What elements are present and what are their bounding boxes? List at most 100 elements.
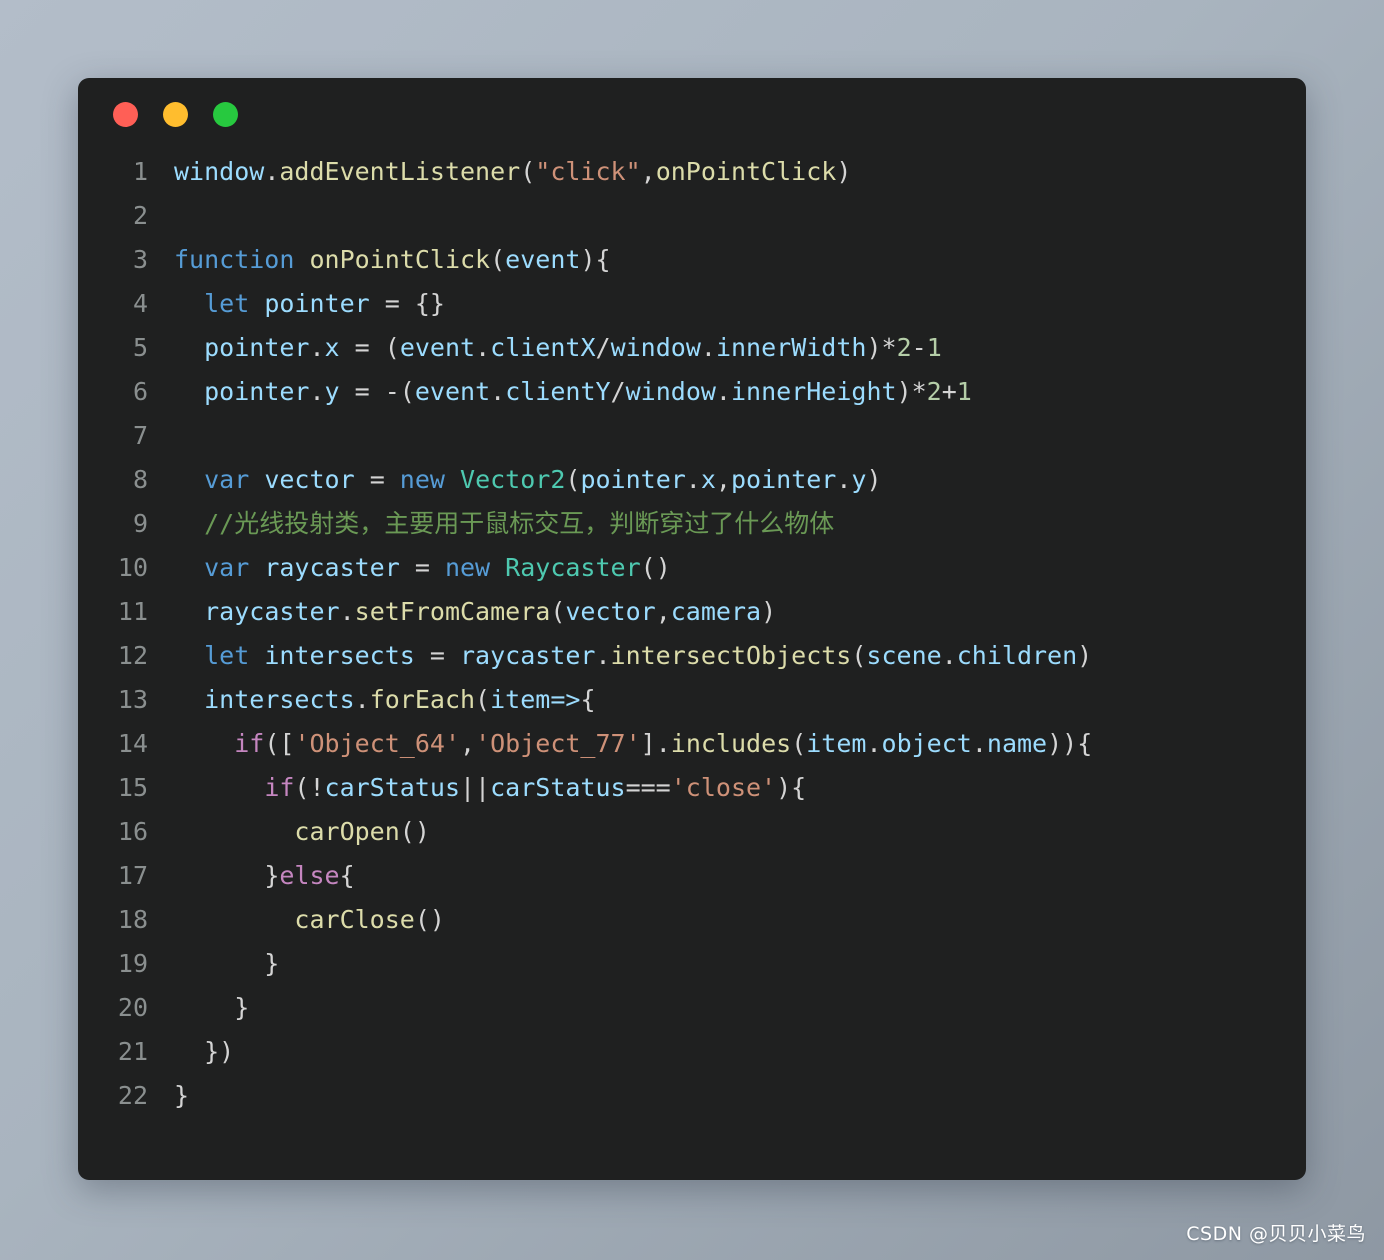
code-token: raycaster	[204, 597, 340, 626]
line-number: 20	[117, 993, 148, 1022]
code-line-text[interactable]: if(!carStatus||carStatus==='close'){	[174, 766, 1296, 810]
code-token: .	[490, 377, 506, 406]
code-token: setFromCamera	[354, 597, 551, 626]
code-token: item	[806, 729, 867, 758]
code-token: /	[610, 377, 626, 406]
line-number: 15	[117, 773, 148, 802]
line-number: 8	[132, 465, 148, 494]
code-line-text[interactable]: //光线投射类，主要用于鼠标交互，判断穿过了什么物体	[174, 502, 1296, 546]
code-token: ()	[399, 817, 430, 846]
code-token: pointer	[204, 377, 310, 406]
code-line-text[interactable]: }	[174, 942, 1296, 986]
code-line-text[interactable]: let intersects = raycaster.intersectObje…	[174, 634, 1296, 678]
code-token: event	[414, 377, 491, 406]
code-line-text[interactable]: carOpen()	[174, 810, 1296, 854]
code-line: 17 }else{	[96, 854, 1296, 898]
code-token: Raycaster	[505, 553, 641, 582]
line-number: 11	[117, 597, 148, 626]
code-token: children	[956, 641, 1078, 670]
code-token: .	[685, 465, 701, 494]
code-token: )	[866, 465, 882, 494]
code-token: -	[911, 333, 927, 362]
code-line-text[interactable]: }	[174, 986, 1296, 1030]
code-line-text[interactable]: pointer.x = (event.clientX/window.innerW…	[174, 326, 1296, 370]
code-line-text[interactable]: }	[174, 1074, 1296, 1118]
code-token: pointer	[580, 465, 686, 494]
code-token: )*	[866, 333, 897, 362]
code-token: .	[866, 729, 882, 758]
code-line-text[interactable]: window.addEventListener("click",onPointC…	[174, 150, 1296, 194]
line-number: 1	[132, 157, 148, 186]
code-line-text[interactable]: let pointer = {}	[174, 282, 1296, 326]
code-line-text[interactable]: carClose()	[174, 898, 1296, 942]
code-token: /	[595, 333, 611, 362]
code-line-text[interactable]: var raycaster = new Raycaster()	[174, 546, 1296, 590]
code-token: let	[204, 289, 250, 318]
code-token: function	[174, 245, 295, 274]
code-token: vector	[565, 597, 656, 626]
code-token: = -(	[339, 377, 415, 406]
code-token: carStatus	[490, 773, 626, 802]
code-token: x	[324, 333, 340, 362]
code-line: 14 if(['Object_64','Object_77'].includes…	[96, 722, 1296, 766]
code-token: window	[610, 333, 701, 362]
code-line-text[interactable]: pointer.y = -(event.clientY/window.inner…	[174, 370, 1296, 414]
minimize-button[interactable]	[163, 101, 188, 127]
line-number: 7	[132, 421, 148, 450]
code-line: 4 let pointer = {}	[96, 282, 1296, 326]
code-line-text[interactable]: raycaster.setFromCamera(vector,camera)	[174, 590, 1296, 634]
code-token: ||	[460, 773, 491, 802]
code-token: Vector2	[460, 465, 566, 494]
code-line-text[interactable]: intersects.forEach(item=>{	[174, 678, 1296, 722]
line-number: 14	[117, 729, 148, 758]
code-token: pointer	[264, 289, 370, 318]
line-number: 9	[132, 509, 148, 538]
code-token: if	[234, 729, 265, 758]
code-token: var	[204, 553, 250, 582]
code-token: )	[836, 157, 852, 186]
window-title-bar	[78, 78, 1306, 150]
code-token: ){	[580, 245, 611, 274]
code-token: camera	[670, 597, 762, 626]
code-token: item	[490, 685, 551, 714]
code-token: }	[264, 861, 280, 890]
code-line-text[interactable]: if(['Object_64','Object_77'].includes(it…	[174, 722, 1296, 766]
close-button[interactable]	[113, 101, 138, 127]
code-line-text[interactable]: }else{	[174, 854, 1296, 898]
code-line-text[interactable]: function onPointClick(event){	[174, 238, 1296, 282]
code-line-text[interactable]: var vector = new Vector2(pointer.x,point…	[174, 458, 1296, 502]
code-line-text[interactable]: })	[174, 1030, 1296, 1074]
code-token: y	[851, 465, 867, 494]
code-token: .	[941, 641, 957, 670]
code-token: //光线投射类，主要用于鼠标交互，判断穿过了什么物体	[204, 509, 835, 538]
code-token: (	[550, 597, 566, 626]
code-line: 20 }	[96, 986, 1296, 1030]
code-token: }	[174, 993, 250, 1022]
code-line: 10 var raycaster = new Raycaster()	[96, 546, 1296, 590]
code-token: "click"	[535, 157, 641, 186]
maximize-button[interactable]	[213, 101, 238, 127]
code-token: .	[595, 641, 611, 670]
code-token: innerWidth	[715, 333, 867, 362]
line-number: 10	[117, 553, 148, 582]
code-token: window	[174, 157, 265, 186]
code-line: 7	[96, 414, 1296, 458]
code-token: x	[700, 465, 716, 494]
code-token: (	[490, 245, 506, 274]
code-token: 2	[926, 377, 942, 406]
code-token: ([	[264, 729, 295, 758]
code-token: ()	[640, 553, 671, 582]
code-token: (	[384, 333, 400, 362]
code-line: 13 intersects.forEach(item=>{	[96, 678, 1296, 722]
code-editor-area[interactable]: 1 window.addEventListener("click",onPoint…	[78, 150, 1306, 1118]
